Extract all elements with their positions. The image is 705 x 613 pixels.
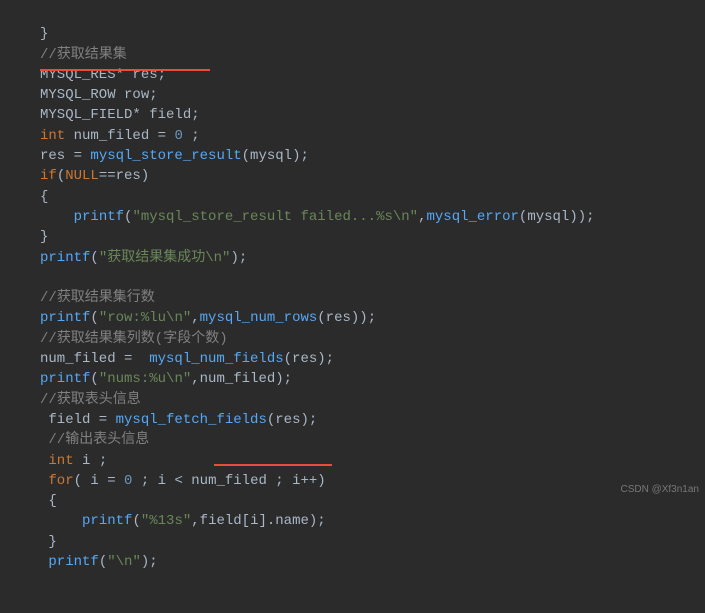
code-line: { <box>40 493 57 509</box>
comment: //获取结果集 <box>40 47 127 63</box>
code-line: printf("获取结果集成功\n"); <box>40 250 247 266</box>
code-line: printf("mysql_store_result failed...%s\n… <box>40 209 595 225</box>
code-line: printf("row:%lu\n",mysql_num_rows(res)); <box>40 310 376 326</box>
code-line: int num_filed = 0 ; <box>40 128 200 144</box>
code-line: if(NULL==res) <box>40 168 149 184</box>
code-line: int i ; <box>40 453 107 469</box>
red-underline-annotation <box>40 69 210 71</box>
code-line: res = mysql_store_result(mysql); <box>40 148 309 164</box>
code-line: { <box>40 189 48 205</box>
watermark-text: CSDN @Xf3n1an <box>620 483 699 498</box>
code-line: num_filed = mysql_num_fields(res); <box>40 351 334 367</box>
code-block: } //获取结果集 MYSQL_RES* res; MYSQL_ROW row;… <box>0 0 705 613</box>
code-line: } <box>40 229 48 245</box>
comment: //获取表头信息 <box>40 392 141 408</box>
comment: //获取结果集列数(字段个数) <box>40 331 228 347</box>
code-line: for( i = 0 ; i < num_filed ; i++) <box>40 473 326 489</box>
code-line: MYSQL_FIELD* field; <box>40 107 200 123</box>
code-line: } <box>40 534 57 550</box>
code-line: field = mysql_fetch_fields(res); <box>40 412 317 428</box>
comment: //获取结果集行数 <box>40 290 155 306</box>
code-line: printf("nums:%u\n",num_filed); <box>40 371 292 387</box>
code-line: MYSQL_ROW row; <box>40 87 158 103</box>
code-line: printf("%13s",field[i].name); <box>40 513 326 529</box>
red-underline-annotation <box>214 464 332 466</box>
code-line: } <box>40 26 48 42</box>
comment: //输出表头信息 <box>40 432 149 448</box>
code-line: printf("\n"); <box>40 554 158 570</box>
